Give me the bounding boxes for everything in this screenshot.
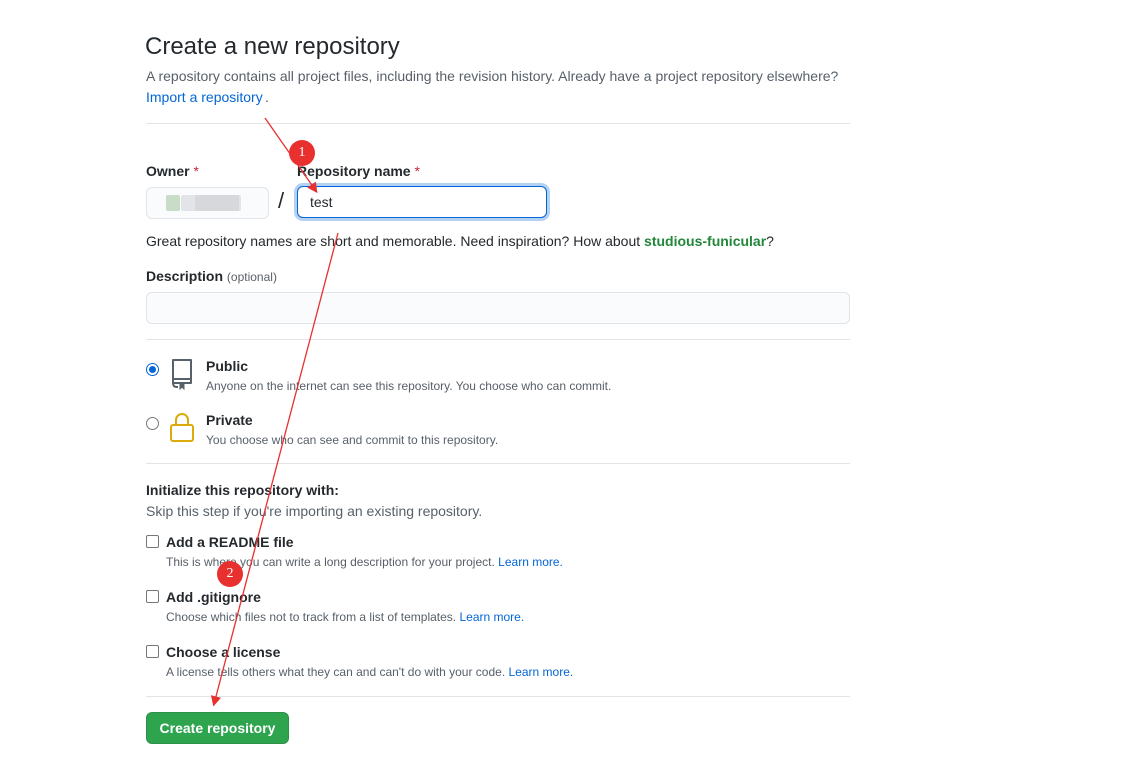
gitignore-description: Choose which files not to track from a l…	[166, 610, 524, 624]
owner-repo-slash: /	[278, 188, 285, 213]
lock-icon	[169, 411, 195, 443]
private-description: You choose who can see and commit to thi…	[206, 433, 499, 447]
public-radio[interactable]	[146, 363, 159, 376]
annotation-badge-2: 2	[217, 561, 243, 587]
license-checkbox[interactable]	[146, 645, 159, 658]
readme-desc-text: This is where you can write a long descr…	[166, 555, 495, 569]
private-radio[interactable]	[146, 417, 159, 430]
page-subtitle: A repository contains all project files,…	[146, 68, 839, 84]
owner-name-blurred-2	[195, 195, 239, 211]
description-optional: (optional)	[226, 270, 277, 284]
owner-required-mark: *	[193, 163, 199, 179]
readme-checkbox[interactable]	[146, 535, 159, 548]
public-title: Public	[206, 358, 249, 374]
owner-label-text: Owner	[146, 163, 190, 179]
gitignore-desc-text: Choose which files not to track from a l…	[166, 610, 457, 624]
divider	[146, 123, 850, 124]
license-description: A license tells others what they can and…	[166, 665, 573, 679]
repository-name-input[interactable]	[297, 186, 547, 218]
repo-name-required-mark: *	[414, 163, 420, 179]
divider	[146, 339, 850, 340]
init-subheading: Skip this step if you're importing an ex…	[146, 503, 483, 519]
name-hint: Great repository names are short and mem…	[146, 233, 774, 249]
import-period: .	[265, 89, 269, 105]
readme-learn-more-link[interactable]: Learn more.	[498, 555, 563, 569]
license-desc-text: A license tells others what they can and…	[166, 665, 506, 679]
gitignore-learn-more-link[interactable]: Learn more.	[459, 610, 524, 624]
readme-title: Add a README file	[166, 534, 294, 550]
description-label-text: Description	[146, 268, 224, 284]
init-heading: Initialize this repository with:	[146, 482, 339, 498]
repo-icon	[169, 358, 195, 391]
name-suggestion-link[interactable]: studious-funicular	[644, 233, 766, 249]
private-title: Private	[206, 412, 253, 428]
repo-name-label: Repository name *	[297, 163, 420, 179]
annotation-badge-1: 1	[289, 140, 315, 166]
gitignore-checkbox[interactable]	[146, 590, 159, 603]
name-hint-suffix: ?	[766, 233, 774, 249]
create-repository-button[interactable]: Create repository	[146, 712, 289, 744]
owner-label: Owner *	[146, 163, 199, 179]
name-hint-text: Great repository names are short and mem…	[146, 233, 645, 249]
public-description: Anyone on the internet can see this repo…	[206, 379, 612, 393]
license-learn-more-link[interactable]: Learn more.	[509, 665, 574, 679]
description-input[interactable]	[146, 292, 850, 324]
page-title: Create a new repository	[145, 33, 400, 60]
divider	[146, 696, 850, 697]
license-title: Choose a license	[166, 644, 281, 660]
divider	[146, 463, 850, 464]
repo-name-label-text: Repository name	[297, 163, 411, 179]
description-label: Description (optional)	[146, 268, 277, 284]
gitignore-title: Add .gitignore	[166, 589, 261, 605]
owner-avatar	[166, 195, 180, 211]
import-repository-link[interactable]: Import a repository	[146, 89, 263, 105]
